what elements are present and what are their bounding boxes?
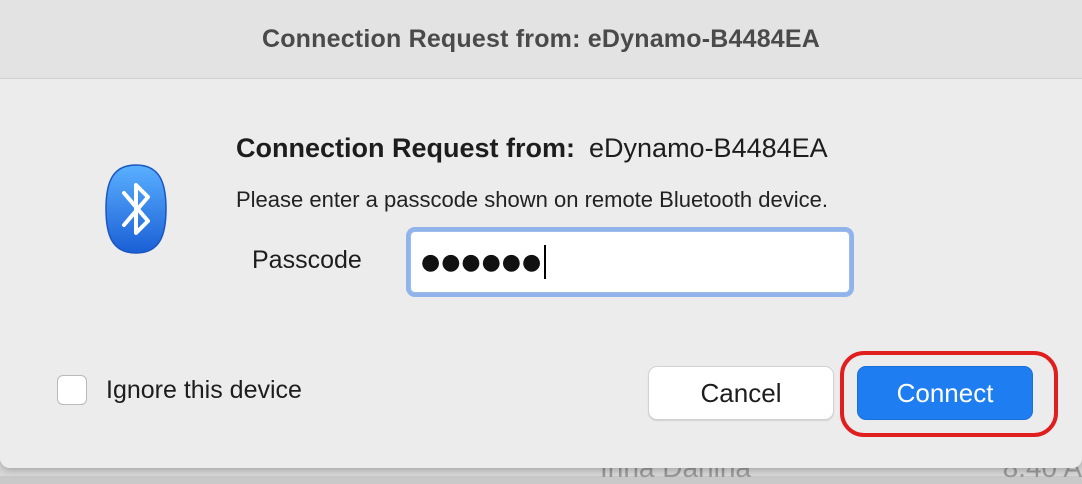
text-caret: [544, 245, 547, 279]
red-highlight-annotation: [840, 351, 1058, 437]
passcode-label: Passcode: [252, 246, 362, 274]
device-name: eDynamo-B4484EA: [589, 133, 828, 163]
cancel-button[interactable]: Cancel: [648, 366, 834, 420]
window-titlebar[interactable]: Connection Request from: eDynamo-B4484EA: [0, 0, 1082, 79]
bluetooth-connection-dialog: Connection Request from: eDynamo-B4484EA…: [0, 0, 1082, 468]
heading-label: Connection Request from:: [236, 133, 576, 163]
passcode-value: ●●●●●●: [421, 249, 543, 275]
passcode-input[interactable]: ●●●●●●: [410, 231, 850, 293]
bluetooth-icon: [105, 164, 167, 254]
instructions-text: Please enter a passcode shown on remote …: [236, 187, 828, 212]
window-title: Connection Request from: eDynamo-B4484EA: [261, 24, 821, 53]
dialog-content: Connection Request from: eDynamo-B4484EA …: [0, 79, 1082, 468]
dialog-heading: Connection Request from: eDynamo-B4484EA: [236, 133, 828, 164]
ignore-device-label[interactable]: Ignore this device: [106, 376, 302, 405]
ignore-device-checkbox[interactable]: [57, 375, 87, 405]
